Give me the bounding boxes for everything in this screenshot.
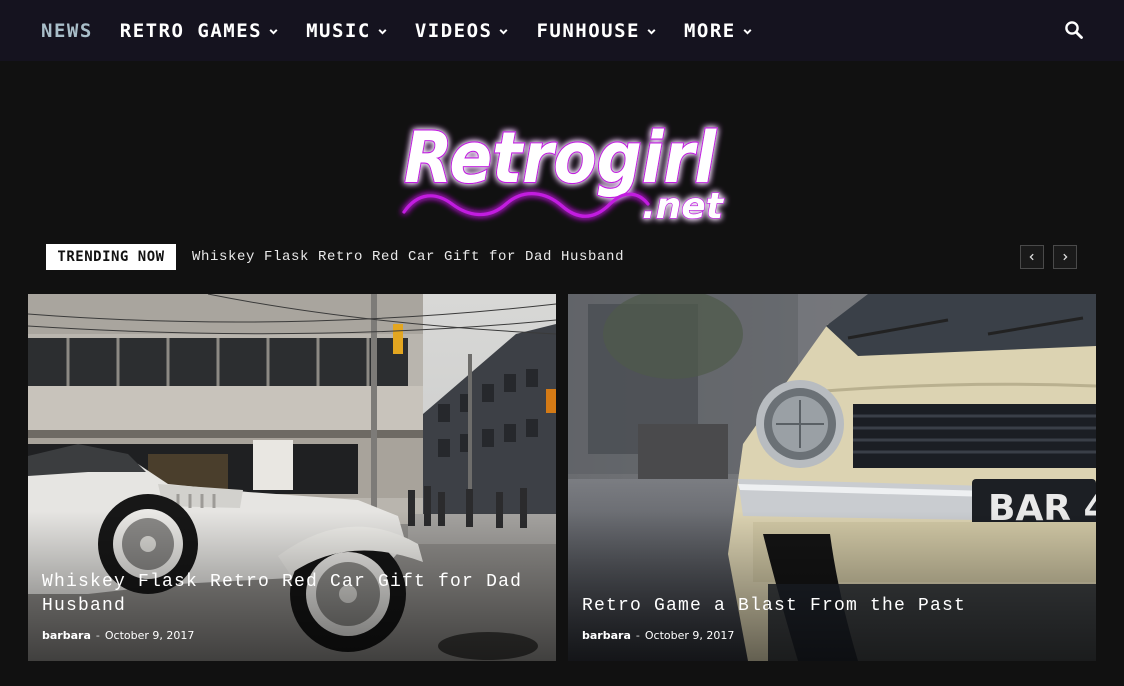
- chevron-down-icon: [647, 28, 656, 35]
- logo-suffix: .net: [642, 186, 725, 227]
- search-icon[interactable]: [1064, 20, 1084, 40]
- post-author[interactable]: barbara: [42, 629, 91, 642]
- nav-item-label: MORE: [683, 19, 736, 42]
- nav-item-label: NEWS: [41, 19, 93, 42]
- chevron-down-icon: [269, 28, 278, 35]
- post-meta: barbara - October 9, 2017: [42, 629, 194, 642]
- chevron-down-icon: [378, 28, 387, 35]
- featured-post-card[interactable]: Whiskey Flask Retro Red Car Gift for Dad…: [28, 294, 556, 661]
- post-meta: barbara - October 9, 2017: [582, 629, 734, 642]
- trending-label: TRENDING NOW: [46, 244, 176, 270]
- nav-item-label: MUSIC: [306, 19, 371, 42]
- trending-next-button[interactable]: [1053, 245, 1077, 269]
- nav-item-label: FUNHOUSE: [536, 19, 640, 42]
- post-title[interactable]: Whiskey Flask Retro Red Car Gift for Dad…: [42, 570, 526, 618]
- post-title[interactable]: Retro Game a Blast From the Past: [582, 594, 1066, 618]
- featured-post-card[interactable]: BAR 47 Retro Game a Blast From the Past …: [568, 294, 1096, 661]
- post-date: October 9, 2017: [644, 629, 735, 642]
- nav-item-videos[interactable]: VIDEOS: [415, 20, 510, 42]
- post-author[interactable]: barbara: [582, 629, 631, 642]
- nav-item-label: RETRO GAMES: [119, 19, 263, 42]
- meta-separator: -: [635, 629, 640, 642]
- top-navigation-bar: NEWS RETRO GAMES MUSIC VIDEOS FUNHOUSE M…: [0, 0, 1124, 61]
- trending-now-bar: TRENDING NOW Whiskey Flask Retro Red Car…: [46, 244, 1078, 271]
- chevron-down-icon: [499, 28, 508, 35]
- nav-item-retro-games[interactable]: RETRO GAMES: [120, 20, 279, 42]
- nav-item-label: VIDEOS: [414, 19, 493, 42]
- trending-prev-button[interactable]: [1020, 245, 1044, 269]
- chevron-down-icon: [743, 28, 752, 35]
- post-date: October 9, 2017: [104, 629, 195, 642]
- meta-separator: -: [95, 629, 100, 642]
- chevron-left-icon: [1029, 253, 1034, 261]
- nav-item-funhouse[interactable]: FUNHOUSE: [536, 20, 657, 42]
- nav-item-news[interactable]: NEWS: [41, 20, 93, 42]
- chevron-right-icon: [1063, 253, 1068, 261]
- nav-item-music[interactable]: MUSIC: [306, 20, 388, 42]
- main-menu: NEWS RETRO GAMES MUSIC VIDEOS FUNHOUSE M…: [41, 20, 780, 42]
- site-logo[interactable]: Retrogirl .net: [396, 108, 736, 228]
- nav-item-more[interactable]: MORE: [684, 20, 753, 42]
- trending-post-link[interactable]: Whiskey Flask Retro Red Car Gift for Dad…: [192, 249, 624, 265]
